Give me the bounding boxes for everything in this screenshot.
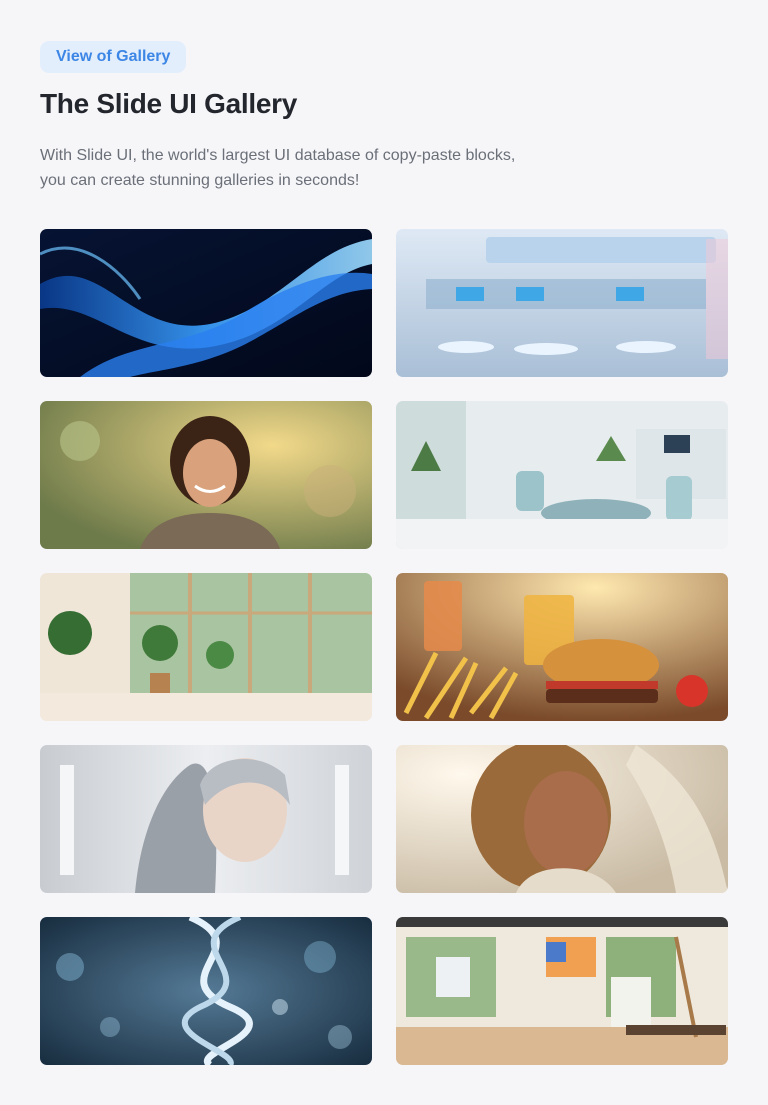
description-line-2: you can create stunning galleries in sec… — [40, 172, 360, 189]
dna-helix-image[interactable] — [40, 917, 372, 1065]
dental-clinic-interior-image[interactable] — [396, 401, 728, 549]
page-description: With Slide UI, the world's largest UI da… — [40, 143, 580, 193]
smiling-man-portrait-image[interactable] — [40, 401, 372, 549]
burger-and-fries-image[interactable] — [396, 573, 728, 721]
gallery-section: View of Gallery The Slide UI Gallery Wit… — [0, 0, 768, 1105]
page-title: The Slide UI Gallery — [40, 88, 297, 119]
art-studio-image[interactable] — [396, 917, 728, 1065]
abstract-blue-waves-image[interactable] — [40, 229, 372, 377]
futuristic-lab-image[interactable] — [396, 229, 728, 377]
description-line-1: With Slide UI, the world's largest UI da… — [40, 147, 516, 164]
view-gallery-badge[interactable]: View of Gallery — [40, 41, 187, 73]
robot-woman-image[interactable] — [40, 745, 372, 893]
woman-portrait-image[interactable] — [396, 745, 728, 893]
room-with-plants-image[interactable] — [40, 573, 372, 721]
